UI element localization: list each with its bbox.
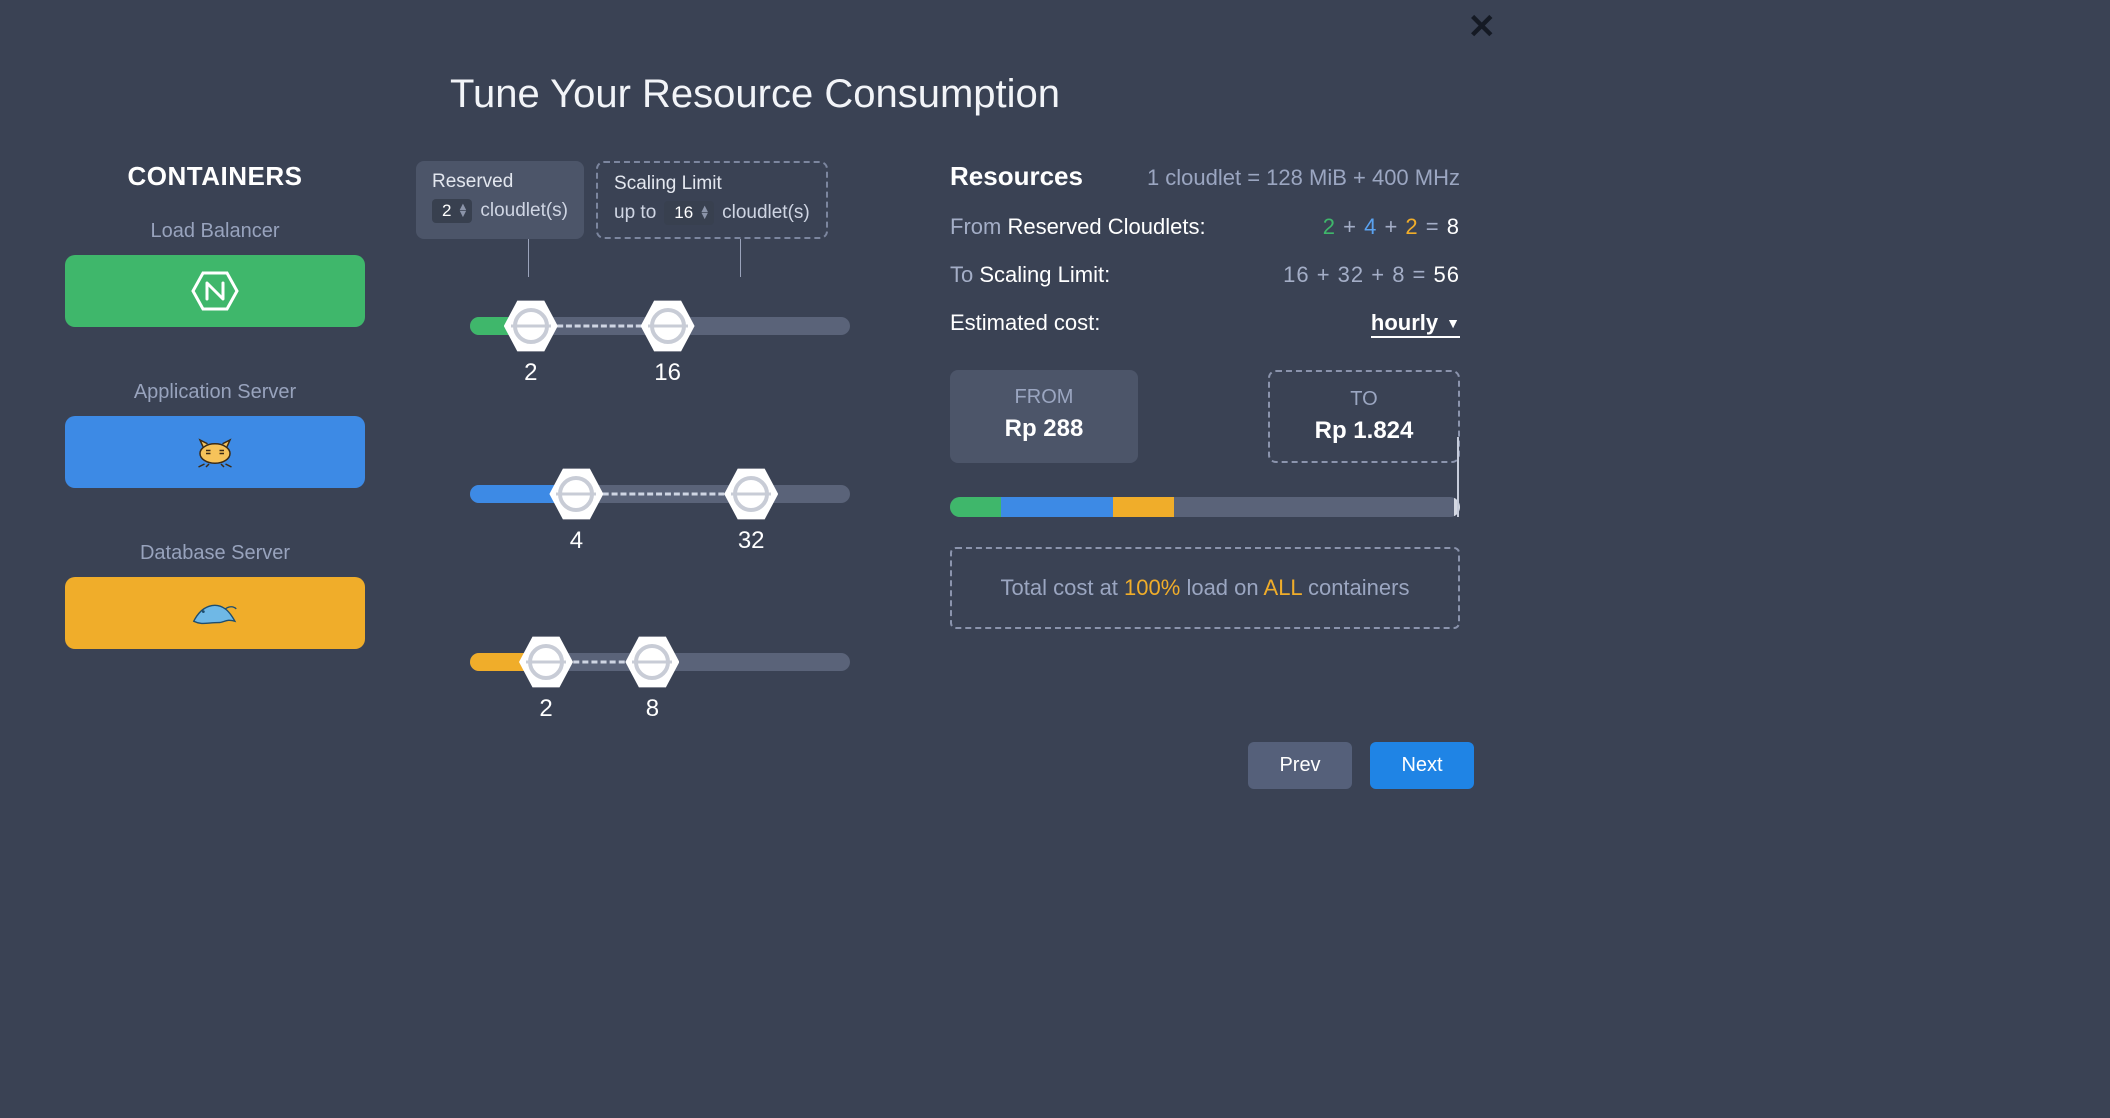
scaling-tooltip-title: Scaling Limit bbox=[614, 173, 810, 195]
container-tile-tomcat[interactable] bbox=[65, 416, 365, 488]
bar-seg-orange bbox=[1113, 497, 1174, 517]
container-label: Application Server bbox=[60, 381, 370, 404]
reserved-label: 2 bbox=[524, 359, 537, 387]
slider-row: 2 8 bbox=[420, 593, 900, 761]
container-tile-mysql[interactable] bbox=[65, 577, 365, 649]
bar-seg-green bbox=[950, 497, 1001, 517]
reserved-thumb[interactable] bbox=[504, 299, 558, 353]
containers-column: CONTAINERS Load Balancer Application Ser… bbox=[60, 161, 370, 761]
cost-from-card: FROM Rp 288 bbox=[950, 370, 1138, 463]
slider-tooltips: Reserved 2 ▲▼ cloudlet(s) Scaling Limit … bbox=[416, 161, 900, 239]
limit-thumb[interactable] bbox=[625, 635, 679, 689]
limit-label: 32 bbox=[738, 527, 765, 555]
from-equation: 2 + 4 + 2 = 8 bbox=[1323, 214, 1460, 240]
reserved-label: 4 bbox=[570, 527, 583, 555]
period-value: hourly bbox=[1371, 310, 1438, 336]
cost-cards: FROM Rp 288 TO Rp 1.824 bbox=[950, 370, 1460, 463]
container-group: Database Server bbox=[60, 542, 370, 649]
container-label: Database Server bbox=[60, 542, 370, 565]
reserved-value: 2 bbox=[442, 201, 451, 221]
cost-from-value: Rp 288 bbox=[960, 415, 1128, 443]
page-title: Tune Your Resource Consumption bbox=[0, 0, 1510, 117]
scaling-value: 16 bbox=[674, 203, 693, 223]
reserved-thumb[interactable] bbox=[519, 635, 573, 689]
next-button[interactable]: Next bbox=[1370, 742, 1474, 789]
container-label: Load Balancer bbox=[60, 220, 370, 243]
scaling-tooltip: Scaling Limit up to 16 ▲▼ cloudlet(s) bbox=[596, 161, 828, 239]
wizard-footer: Prev Next bbox=[1248, 742, 1474, 789]
scaling-unit: cloudlet(s) bbox=[722, 202, 810, 224]
chevron-down-icon: ▼ bbox=[1446, 315, 1460, 331]
reserved-stepper[interactable]: 2 ▲▼ bbox=[432, 199, 472, 223]
slider-row: 4 32 bbox=[420, 425, 900, 593]
limit-label: 8 bbox=[646, 695, 659, 723]
limit-thumb[interactable] bbox=[724, 467, 778, 521]
cost-from-title: FROM bbox=[960, 386, 1128, 409]
tomcat-icon bbox=[191, 430, 239, 474]
sliders-list: 2 16 4 32 2 8 bbox=[420, 257, 900, 761]
reserved-tooltip: Reserved 2 ▲▼ cloudlet(s) bbox=[416, 161, 584, 239]
resources-heading: Resources bbox=[950, 161, 1083, 192]
stepper-arrows-icon[interactable]: ▲▼ bbox=[699, 206, 710, 220]
nginx-icon bbox=[191, 269, 239, 313]
prev-button[interactable]: Prev bbox=[1248, 742, 1352, 789]
limit-thumb[interactable] bbox=[641, 299, 695, 353]
reserved-tooltip-title: Reserved bbox=[432, 171, 568, 193]
limit-label: 16 bbox=[654, 359, 681, 387]
reserved-unit: cloudlet(s) bbox=[480, 200, 568, 222]
period-dropdown[interactable]: hourly ▼ bbox=[1371, 310, 1460, 338]
total-cost-note: Total cost at 100% load on ALL container… bbox=[950, 547, 1460, 629]
resource-modal: ✕ Tune Your Resource Consumption CONTAIN… bbox=[0, 0, 1510, 801]
to-equation: 16 + 32 + 8 = 56 bbox=[1283, 262, 1460, 288]
bar-seg-blue bbox=[1001, 497, 1113, 517]
slider-row: 2 16 bbox=[420, 257, 900, 425]
container-tile-nginx[interactable] bbox=[65, 255, 365, 327]
reserved-thumb[interactable] bbox=[549, 467, 603, 521]
to-label: To Scaling Limit: bbox=[950, 262, 1110, 288]
close-icon[interactable]: ✕ bbox=[1468, 10, 1497, 44]
reserved-label: 2 bbox=[539, 695, 552, 723]
cost-to-title: TO bbox=[1280, 388, 1448, 411]
cost-to-card: TO Rp 1.824 bbox=[1268, 370, 1460, 463]
cost-bar bbox=[950, 497, 1460, 517]
cost-to-value: Rp 1.824 bbox=[1280, 417, 1448, 445]
scaling-prefix: up to bbox=[614, 202, 656, 224]
scaling-stepper[interactable]: 16 ▲▼ bbox=[664, 201, 714, 225]
slider-track[interactable] bbox=[470, 485, 850, 503]
sliders-column: Reserved 2 ▲▼ cloudlet(s) Scaling Limit … bbox=[420, 161, 900, 761]
cloudlet-definition: 1 cloudlet = 128 MiB + 400 MHz bbox=[1147, 165, 1460, 191]
from-label: From Reserved Cloudlets: bbox=[950, 214, 1206, 240]
mysql-icon bbox=[191, 591, 239, 635]
stepper-arrows-icon[interactable]: ▲▼ bbox=[457, 204, 468, 218]
resources-panel: Resources 1 cloudlet = 128 MiB + 400 MHz… bbox=[950, 161, 1460, 761]
container-group: Load Balancer bbox=[60, 220, 370, 327]
container-group: Application Server bbox=[60, 381, 370, 488]
cost-marker bbox=[1457, 437, 1459, 517]
estimated-cost-label: Estimated cost: bbox=[950, 310, 1100, 336]
containers-heading: CONTAINERS bbox=[60, 161, 370, 192]
